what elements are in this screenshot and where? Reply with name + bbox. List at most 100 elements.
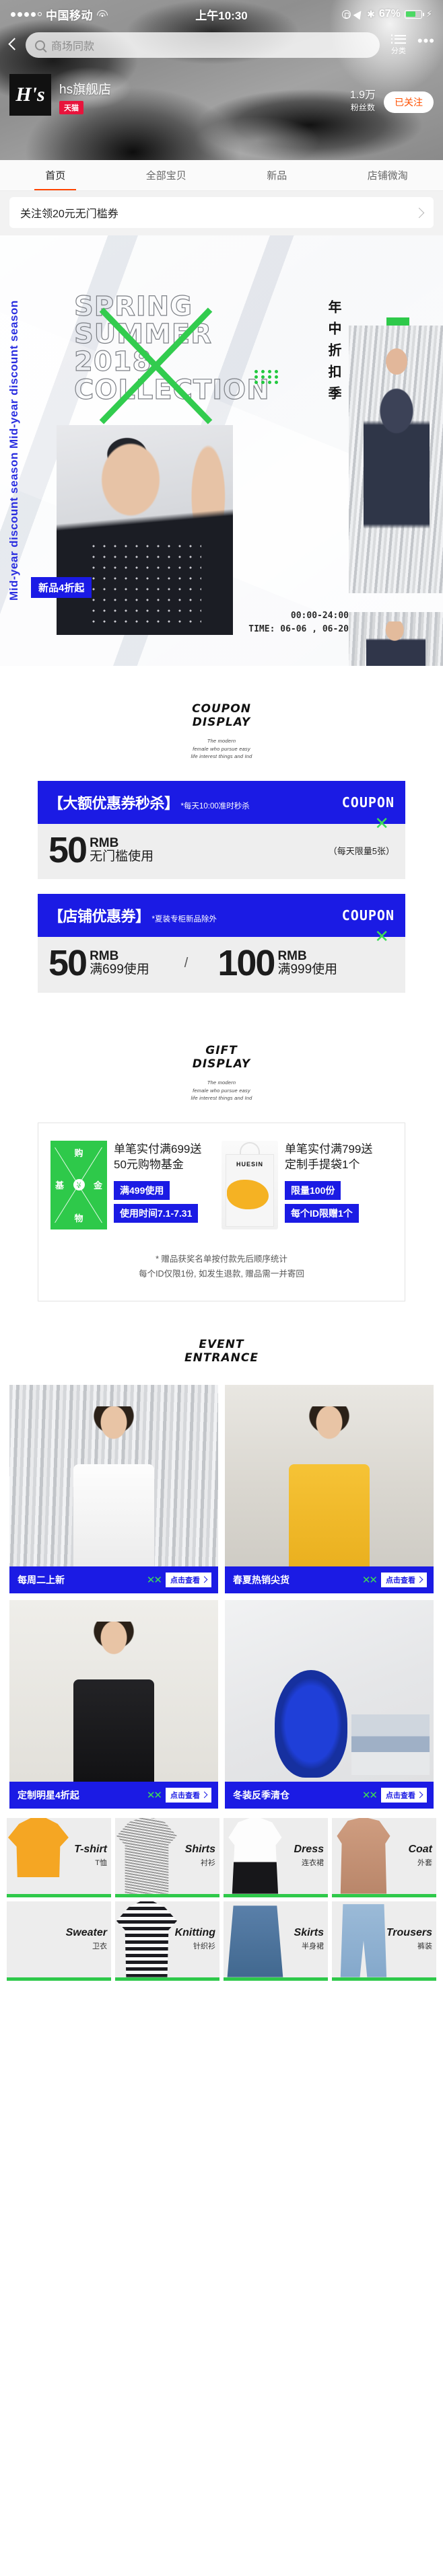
tote-bag-icon: HUESIN (222, 1140, 278, 1229)
gift-tag: 使用时间7.1-7.31 (114, 1203, 199, 1223)
gift-heading-subtitle: The modern female who pursue easy life i… (191, 1079, 252, 1102)
chevron-right-icon (201, 1576, 208, 1583)
category-en: Dress (294, 1844, 324, 1856)
event-photo (9, 1384, 218, 1566)
coupon-separator: / (184, 956, 189, 971)
category-en: Knitting (174, 1927, 215, 1939)
coupon-amount-currency: RMB (277, 949, 307, 964)
category-cell-coat[interactable]: Coat 外套 (332, 1817, 436, 1897)
gift-tag: 每个ID限赠1个 (285, 1203, 359, 1223)
event-view-button[interactable]: 点击查看 (381, 1787, 427, 1803)
shop-home-page: 中国移动 上午10:30 ✱ 67% ⚡ 商场同款 分类 ••• H's hs旗… (0, 0, 443, 2008)
event-cell-weekly-new[interactable]: 每周二上新 ✕✕ 点击查看 (9, 1384, 218, 1593)
coupon-amount: 50 RMB 满699使用 (48, 945, 149, 982)
event-cell-custom-star[interactable]: 定制明星4折起 ✕✕ 点击查看 (9, 1599, 218, 1809)
tab-new-arrivals[interactable]: 新品 (222, 160, 333, 190)
tab-all-items-label: 全部宝贝 (145, 170, 186, 182)
event-photo (225, 1599, 434, 1782)
event-cell-hot-items[interactable]: 春夏热销尖货 ✕✕ 点击查看 (225, 1384, 434, 1593)
search-input[interactable]: 商场同款 (26, 32, 380, 58)
gift-title: 单笔实付满699送 50元购物基金 (114, 1142, 202, 1171)
category-cell-trousers[interactable]: Trousers 裤装 (332, 1901, 436, 1981)
tab-home[interactable]: 首页 (0, 160, 111, 190)
gift-tag: 满499使用 (114, 1180, 170, 1200)
event-view-button[interactable]: 点击查看 (381, 1572, 427, 1587)
hero-banner[interactable]: Mid-year discount season Mid-year discou… (0, 235, 443, 666)
hero-thumb-column (349, 612, 443, 666)
hero-time-dates: TIME: 06-06 , 06-20 (248, 623, 349, 634)
event-label: 冬装反季清仓 (233, 1789, 289, 1801)
gift-text: 单笔实付满699送 50元购物基金 满499使用 使用时间7.1-7.31 (114, 1141, 222, 1229)
trousers-icon (340, 1904, 387, 1977)
category-cn: 半身裙 (302, 1942, 324, 1950)
gift-footnote: * 赠品获奖名单按付款先后顺序统计 每个ID仅限1份, 如发生退款, 赠品需一并… (50, 1229, 393, 1286)
gift-item-tote[interactable]: HUESIN 单笔实付满799送 定制手提袋1个 限量100份 每个ID限赠1个 (222, 1140, 393, 1229)
coupon-card-shop[interactable]: 【店铺优惠券】 *夏装专柜新品除外 COUPON ✕ 50 RMB 满699使用 … (38, 894, 405, 993)
fund-icon-char-3: 金 (93, 1180, 102, 1191)
event-view-button[interactable]: 点击查看 (166, 1787, 211, 1803)
shop-logo[interactable]: H's (9, 74, 51, 116)
list-icon (390, 34, 406, 44)
shop-name: hs旗舰店 (59, 83, 112, 97)
coat-icon (337, 1817, 390, 1894)
category-cell-skirts[interactable]: Skirts 半身裙 (224, 1901, 328, 1981)
coupon-strip-wrap: 关注领20元无门槛券 (0, 191, 443, 235)
coupon-card-body: 50 RMB 无门槛使用 （每天限量5张） (38, 823, 405, 880)
follow-button[interactable]: 已关注 (384, 91, 434, 113)
category-cell-sweater[interactable]: Sweater 卫衣 (7, 1901, 111, 1981)
tmall-badge: 天猫 (59, 101, 83, 114)
category-en: Shirts (184, 1844, 215, 1856)
back-chevron-icon[interactable] (4, 36, 22, 54)
knitting-icon (116, 1901, 177, 1977)
hero-discount-badge: 新品4折起 (31, 577, 92, 598)
search-row: 商场同款 分类 ••• (0, 28, 443, 58)
coupon-amount: 50 RMB 无门槛使用 (48, 832, 154, 869)
category-cn: 连衣裙 (302, 1858, 324, 1867)
chevron-right-icon (416, 1576, 423, 1583)
coupon-amount-currency: RMB (90, 835, 119, 850)
coupon-amount: 100 RMB 满999使用 (217, 943, 338, 984)
coupon-heading-subtitle: The modern female who pursue easy life i… (191, 738, 252, 760)
coupon-cards: 【大额优惠券秒杀】 *每天10:00准时秒杀 COUPON ✕ 50 RMB 无门… (0, 780, 443, 993)
green-x-icon: ✕✕ (146, 1574, 162, 1586)
category-cell-tshirt[interactable]: T-shirt T恤 (7, 1817, 111, 1897)
category-cn: 针织衫 (193, 1942, 215, 1950)
tab-shop-weitao[interactable]: 店铺微淘 (333, 160, 443, 190)
event-photo (9, 1599, 218, 1782)
coupon-corner-label: COUPON (341, 794, 395, 810)
follow-coupon-banner[interactable]: 关注领20元无门槛券 (9, 197, 434, 228)
category-cell-shirts[interactable]: Shirts 衬衫 (115, 1817, 219, 1897)
category-button[interactable]: 分类 (384, 34, 413, 56)
coupon-card-flashsale[interactable]: 【大额优惠券秒杀】 *每天10:00准时秒杀 COUPON ✕ 50 RMB 无门… (38, 780, 405, 880)
event-cell-winter-clearance[interactable]: 冬装反季清仓 ✕✕ 点击查看 (225, 1599, 434, 1809)
gift-footnote-line-2: 每个ID仅限1份, 如发生退款, 赠品需一并寄回 (139, 1268, 304, 1279)
hero-thumb (349, 612, 443, 666)
green-x-icon: ✕✕ (362, 1574, 378, 1586)
category-cell-dress[interactable]: Dress 连衣裙 (224, 1817, 328, 1897)
event-view-button[interactable]: 点击查看 (166, 1572, 211, 1587)
search-placeholder: 商场同款 (51, 41, 95, 52)
coupon-heading-line-2: DISPLAY (192, 716, 251, 730)
more-dots-icon[interactable]: ••• (417, 34, 435, 56)
gift-tag: 限量100份 (285, 1180, 341, 1200)
event-heading-line-1: EVENT (199, 1337, 244, 1351)
fans-label: 粉丝数 (350, 103, 375, 112)
coupon-amount-condition: 满999使用 (277, 962, 338, 977)
green-x-icon: ✕✕ (146, 1789, 162, 1801)
category-en: Skirts (294, 1927, 324, 1939)
gift-row: 购 基 ¥ 金 物 单笔实付满699送 50元购物基金 满499使用 使用时间7… (50, 1140, 393, 1229)
coupon-amount-value: 100 (217, 943, 275, 984)
coupon-section-heading: COUPON DISPLAY The modern female who pur… (0, 666, 443, 781)
category-cell-knitting[interactable]: Knitting 针织衫 (115, 1901, 219, 1981)
gift-section-heading: GIFT DISPLAY The modern female who pursu… (0, 1008, 443, 1123)
category-en: Coat (408, 1844, 432, 1856)
green-x-icon: ✕✕ (362, 1789, 378, 1801)
coupon-title: 【大额优惠券秒杀】 (48, 794, 179, 812)
tshirt-icon (8, 1817, 69, 1894)
green-x-icon: ✕ (374, 926, 389, 947)
gift-item-fund[interactable]: 购 基 ¥ 金 物 单笔实付满699送 50元购物基金 满499使用 使用时间7… (50, 1140, 222, 1229)
tote-bag-brand: HUESIN (236, 1160, 263, 1168)
tab-all-items[interactable]: 全部宝贝 (111, 160, 222, 190)
shop-meta: hs旗舰店 天猫 (59, 79, 342, 116)
event-label: 定制明星4折起 (18, 1789, 79, 1801)
